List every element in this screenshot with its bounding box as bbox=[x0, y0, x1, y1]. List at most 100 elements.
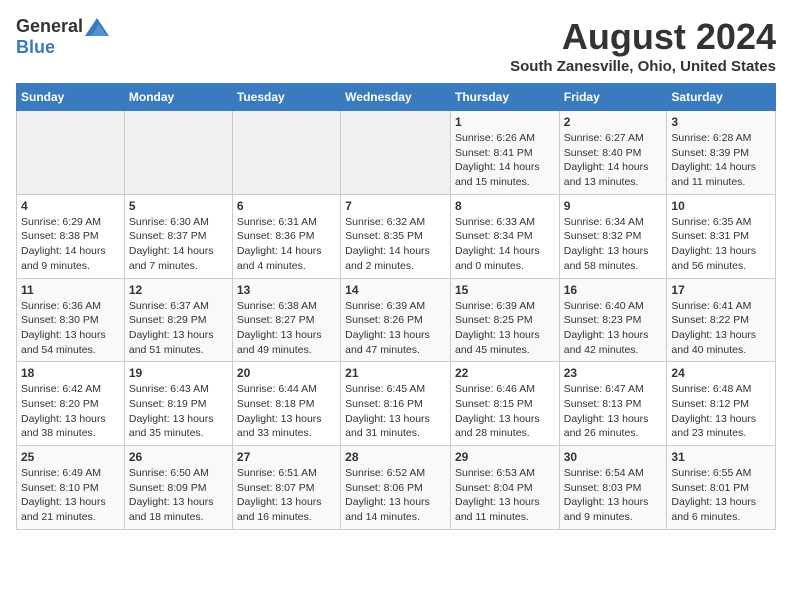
calendar-cell: 31 Sunrise: 6:55 AM Sunset: 8:01 PM Dayli… bbox=[667, 446, 776, 530]
day-number: 28 bbox=[345, 450, 446, 464]
calendar-cell: 2 Sunrise: 6:27 AM Sunset: 8:40 PM Daylig… bbox=[559, 111, 667, 195]
day-number: 6 bbox=[237, 199, 336, 213]
day-number: 20 bbox=[237, 366, 336, 380]
calendar-cell bbox=[341, 111, 451, 195]
calendar-cell: 10Sunrise: 6:35 AM Sunset: 8:31 PM Dayli… bbox=[667, 194, 776, 278]
calendar-cell: 4 Sunrise: 6:29 AM Sunset: 8:38 PM Daylig… bbox=[17, 194, 125, 278]
calendar-cell: 19 Sunrise: 6:43 AM Sunset: 8:19 PM Dayli… bbox=[124, 362, 232, 446]
day-info: Sunrise: 6:32 AM Sunset: 8:35 PM Dayligh… bbox=[345, 215, 446, 274]
day-info: Sunrise: 6:48 AM Sunset: 8:12 PM Dayligh… bbox=[671, 382, 771, 441]
calendar-header-row: SundayMondayTuesdayWednesdayThursdayFrid… bbox=[17, 84, 776, 111]
day-number: 21 bbox=[345, 366, 446, 380]
day-number: 12 bbox=[129, 283, 228, 297]
day-info: Sunrise: 6:46 AM Sunset: 8:15 PM Dayligh… bbox=[455, 382, 555, 441]
calendar-cell: 21 Sunrise: 6:45 AM Sunset: 8:16 PM Dayli… bbox=[341, 362, 451, 446]
day-info: Sunrise: 6:44 AM Sunset: 8:18 PM Dayligh… bbox=[237, 382, 336, 441]
calendar-cell: 9 Sunrise: 6:34 AM Sunset: 8:32 PM Daylig… bbox=[559, 194, 667, 278]
calendar-cell: 8 Sunrise: 6:33 AM Sunset: 8:34 PM Daylig… bbox=[450, 194, 559, 278]
calendar-cell: 6 Sunrise: 6:31 AM Sunset: 8:36 PM Daylig… bbox=[232, 194, 340, 278]
calendar-cell: 5 Sunrise: 6:30 AM Sunset: 8:37 PM Daylig… bbox=[124, 194, 232, 278]
calendar-cell bbox=[17, 111, 125, 195]
day-number: 10 bbox=[671, 199, 771, 213]
calendar-cell: 11 Sunrise: 6:36 AM Sunset: 8:30 PM Dayli… bbox=[17, 278, 125, 362]
day-info: Sunrise: 6:52 AM Sunset: 8:06 PM Dayligh… bbox=[345, 466, 446, 525]
day-number: 17 bbox=[671, 283, 771, 297]
day-info: Sunrise: 6:27 AM Sunset: 8:40 PM Dayligh… bbox=[564, 131, 663, 190]
day-number: 29 bbox=[455, 450, 555, 464]
day-number: 3 bbox=[671, 115, 771, 129]
day-info: Sunrise: 6:43 AM Sunset: 8:19 PM Dayligh… bbox=[129, 382, 228, 441]
calendar-cell: 28 Sunrise: 6:52 AM Sunset: 8:06 PM Dayli… bbox=[341, 446, 451, 530]
day-number: 26 bbox=[129, 450, 228, 464]
calendar-cell: 25Sunrise: 6:49 AM Sunset: 8:10 PM Dayli… bbox=[17, 446, 125, 530]
calendar-cell: 22Sunrise: 6:46 AM Sunset: 8:15 PM Dayli… bbox=[450, 362, 559, 446]
day-info: Sunrise: 6:55 AM Sunset: 8:01 PM Dayligh… bbox=[671, 466, 771, 525]
day-number: 8 bbox=[455, 199, 555, 213]
day-info: Sunrise: 6:36 AM Sunset: 8:30 PM Dayligh… bbox=[21, 299, 120, 358]
calendar-cell: 1Sunrise: 6:26 AM Sunset: 8:41 PM Daylig… bbox=[450, 111, 559, 195]
day-number: 14 bbox=[345, 283, 446, 297]
calendar-cell bbox=[124, 111, 232, 195]
header-day-wednesday: Wednesday bbox=[341, 84, 451, 111]
day-number: 2 bbox=[564, 115, 663, 129]
day-info: Sunrise: 6:45 AM Sunset: 8:16 PM Dayligh… bbox=[345, 382, 446, 441]
calendar-week-row: 4 Sunrise: 6:29 AM Sunset: 8:38 PM Daylig… bbox=[17, 194, 776, 278]
header-day-sunday: Sunday bbox=[17, 84, 125, 111]
day-number: 5 bbox=[129, 199, 228, 213]
day-number: 7 bbox=[345, 199, 446, 213]
calendar-cell: 7 Sunrise: 6:32 AM Sunset: 8:35 PM Daylig… bbox=[341, 194, 451, 278]
day-number: 24 bbox=[671, 366, 771, 380]
header-day-tuesday: Tuesday bbox=[232, 84, 340, 111]
month-year-title: August 2024 bbox=[510, 16, 776, 58]
day-info: Sunrise: 6:53 AM Sunset: 8:04 PM Dayligh… bbox=[455, 466, 555, 525]
calendar-cell: 20 Sunrise: 6:44 AM Sunset: 8:18 PM Dayli… bbox=[232, 362, 340, 446]
day-info: Sunrise: 6:30 AM Sunset: 8:37 PM Dayligh… bbox=[129, 215, 228, 274]
day-info: Sunrise: 6:37 AM Sunset: 8:29 PM Dayligh… bbox=[129, 299, 228, 358]
calendar-week-row: 1Sunrise: 6:26 AM Sunset: 8:41 PM Daylig… bbox=[17, 111, 776, 195]
location-subtitle: South Zanesville, Ohio, United States bbox=[510, 58, 776, 75]
calendar-cell: 12 Sunrise: 6:37 AM Sunset: 8:29 PM Dayli… bbox=[124, 278, 232, 362]
calendar-cell: 17 Sunrise: 6:41 AM Sunset: 8:22 PM Dayli… bbox=[667, 278, 776, 362]
logo-blue-text: Blue bbox=[16, 37, 55, 58]
day-number: 15 bbox=[455, 283, 555, 297]
logo-icon bbox=[85, 18, 109, 36]
day-number: 4 bbox=[21, 199, 120, 213]
calendar-table: SundayMondayTuesdayWednesdayThursdayFrid… bbox=[16, 83, 776, 530]
day-info: Sunrise: 6:54 AM Sunset: 8:03 PM Dayligh… bbox=[564, 466, 663, 525]
day-info: Sunrise: 6:28 AM Sunset: 8:39 PM Dayligh… bbox=[671, 131, 771, 190]
page-header: General Blue August 2024 South Zanesvill… bbox=[16, 16, 776, 75]
day-info: Sunrise: 6:34 AM Sunset: 8:32 PM Dayligh… bbox=[564, 215, 663, 274]
day-info: Sunrise: 6:49 AM Sunset: 8:10 PM Dayligh… bbox=[21, 466, 120, 525]
calendar-cell: 15 Sunrise: 6:39 AM Sunset: 8:25 PM Dayli… bbox=[450, 278, 559, 362]
day-info: Sunrise: 6:33 AM Sunset: 8:34 PM Dayligh… bbox=[455, 215, 555, 274]
day-info: Sunrise: 6:39 AM Sunset: 8:25 PM Dayligh… bbox=[455, 299, 555, 358]
day-number: 31 bbox=[671, 450, 771, 464]
day-info: Sunrise: 6:41 AM Sunset: 8:22 PM Dayligh… bbox=[671, 299, 771, 358]
calendar-cell: 14Sunrise: 6:39 AM Sunset: 8:26 PM Dayli… bbox=[341, 278, 451, 362]
calendar-cell: 23Sunrise: 6:47 AM Sunset: 8:13 PM Dayli… bbox=[559, 362, 667, 446]
day-number: 19 bbox=[129, 366, 228, 380]
calendar-cell bbox=[232, 111, 340, 195]
calendar-cell: 30 Sunrise: 6:54 AM Sunset: 8:03 PM Dayli… bbox=[559, 446, 667, 530]
day-number: 11 bbox=[21, 283, 120, 297]
title-block: August 2024 South Zanesville, Ohio, Unit… bbox=[510, 16, 776, 75]
calendar-cell: 27Sunrise: 6:51 AM Sunset: 8:07 PM Dayli… bbox=[232, 446, 340, 530]
day-number: 30 bbox=[564, 450, 663, 464]
day-info: Sunrise: 6:40 AM Sunset: 8:23 PM Dayligh… bbox=[564, 299, 663, 358]
day-info: Sunrise: 6:38 AM Sunset: 8:27 PM Dayligh… bbox=[237, 299, 336, 358]
day-number: 16 bbox=[564, 283, 663, 297]
day-info: Sunrise: 6:26 AM Sunset: 8:41 PM Dayligh… bbox=[455, 131, 555, 190]
day-info: Sunrise: 6:29 AM Sunset: 8:38 PM Dayligh… bbox=[21, 215, 120, 274]
calendar-cell: 16 Sunrise: 6:40 AM Sunset: 8:23 PM Dayli… bbox=[559, 278, 667, 362]
day-info: Sunrise: 6:47 AM Sunset: 8:13 PM Dayligh… bbox=[564, 382, 663, 441]
day-number: 9 bbox=[564, 199, 663, 213]
calendar-week-row: 11 Sunrise: 6:36 AM Sunset: 8:30 PM Dayli… bbox=[17, 278, 776, 362]
day-info: Sunrise: 6:31 AM Sunset: 8:36 PM Dayligh… bbox=[237, 215, 336, 274]
day-number: 18 bbox=[21, 366, 120, 380]
calendar-cell: 3 Sunrise: 6:28 AM Sunset: 8:39 PM Daylig… bbox=[667, 111, 776, 195]
day-info: Sunrise: 6:51 AM Sunset: 8:07 PM Dayligh… bbox=[237, 466, 336, 525]
day-number: 13 bbox=[237, 283, 336, 297]
day-info: Sunrise: 6:50 AM Sunset: 8:09 PM Dayligh… bbox=[129, 466, 228, 525]
calendar-week-row: 18Sunrise: 6:42 AM Sunset: 8:20 PM Dayli… bbox=[17, 362, 776, 446]
header-day-saturday: Saturday bbox=[667, 84, 776, 111]
